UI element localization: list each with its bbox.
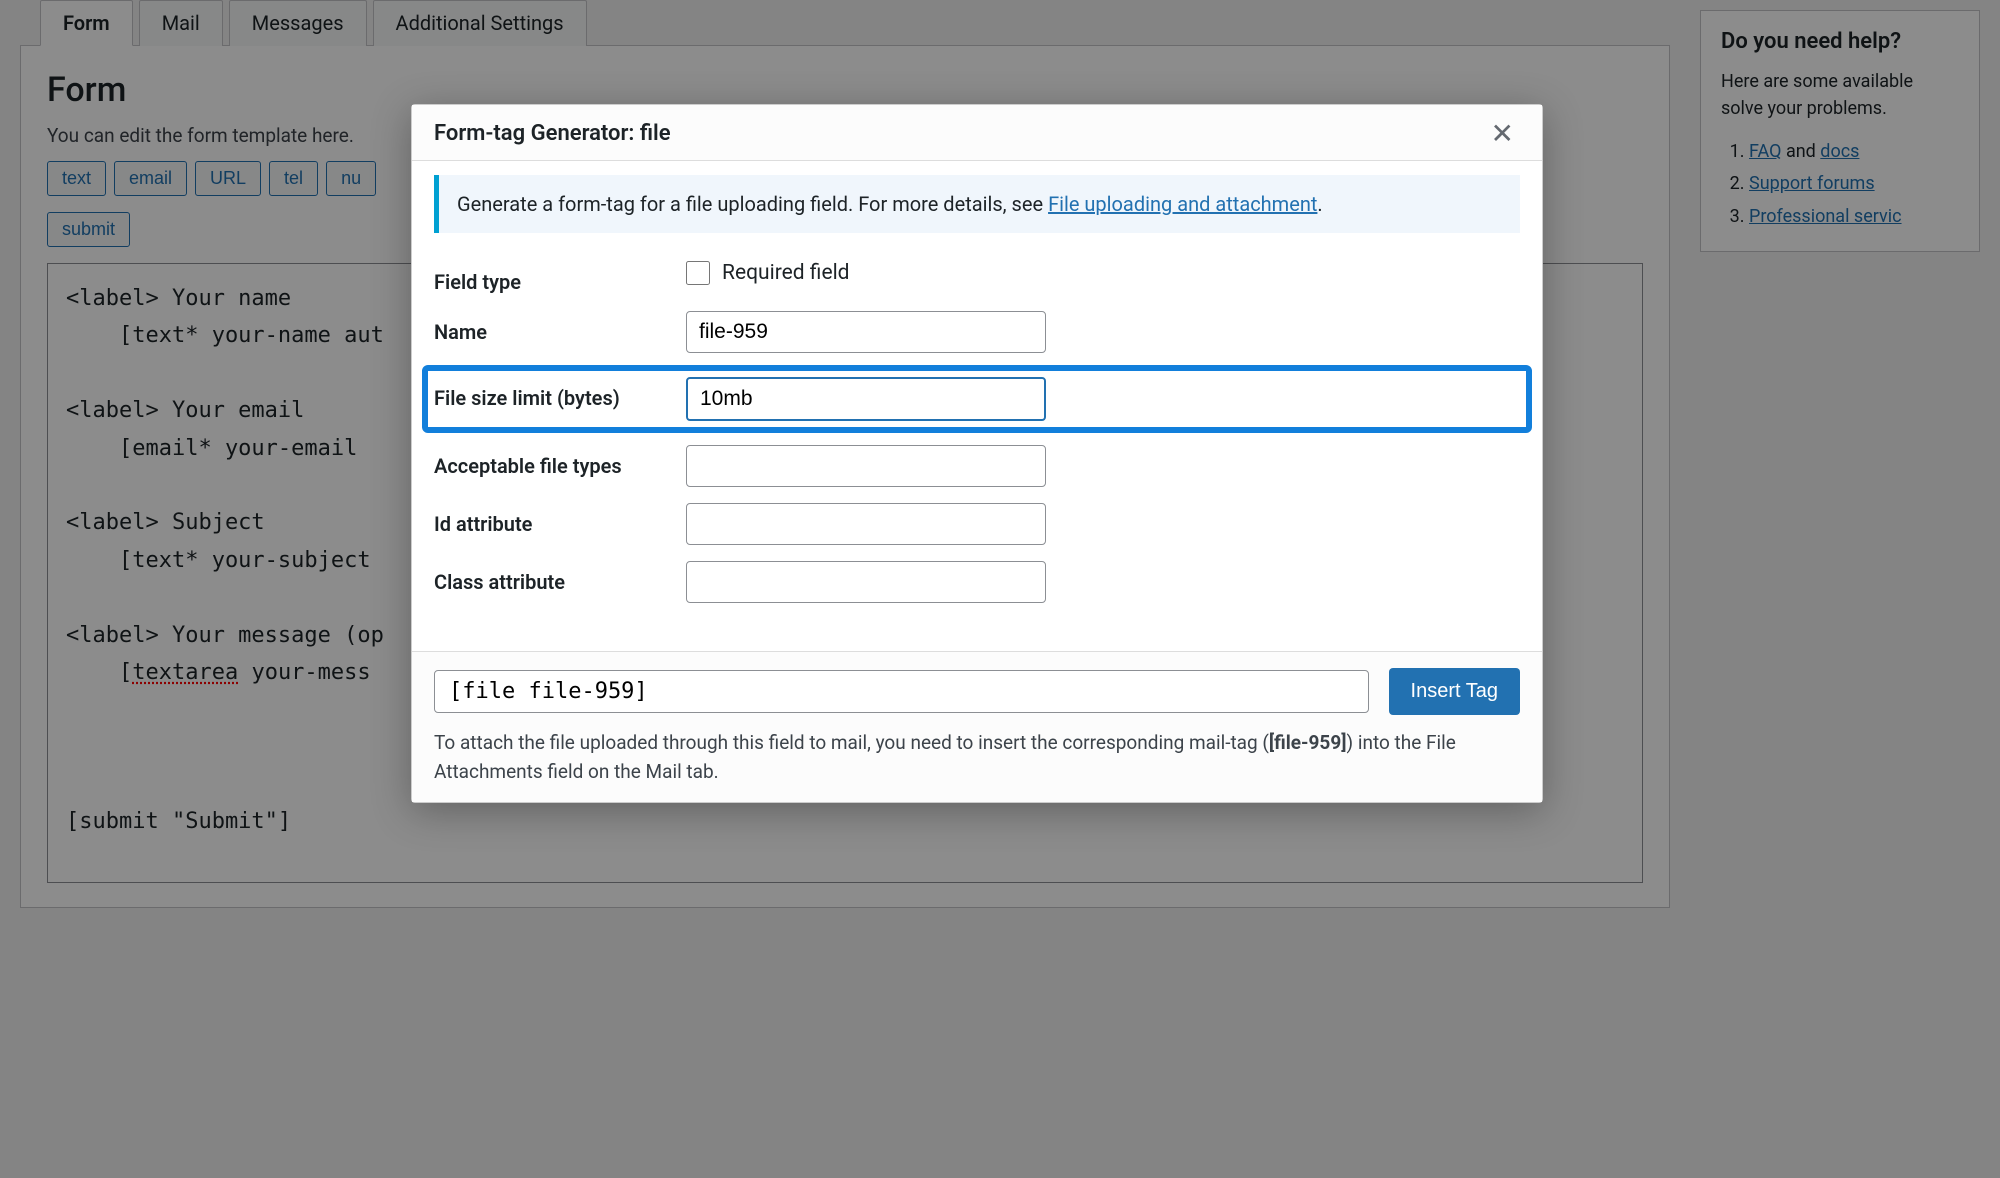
info-box: Generate a form-tag for a file uploading… (434, 175, 1520, 233)
size-label: File size limit (bytes) (434, 377, 666, 411)
close-icon[interactable]: ✕ (1485, 117, 1520, 150)
name-input[interactable] (686, 311, 1046, 353)
required-checkbox[interactable] (686, 261, 710, 285)
id-attribute-input[interactable] (686, 503, 1046, 545)
types-label: Acceptable file types (434, 445, 666, 479)
form-tag-generator-modal: Form-tag Generator: file ✕ Generate a fo… (411, 104, 1543, 803)
id-label: Id attribute (434, 503, 666, 537)
required-label: Required field (722, 261, 850, 285)
class-label: Class attribute (434, 561, 666, 595)
modal-title: Form-tag Generator: file (434, 121, 671, 146)
field-type-label: Field type (434, 261, 666, 295)
generated-tag-output[interactable] (434, 670, 1369, 713)
name-label: Name (434, 311, 666, 345)
class-attribute-input[interactable] (686, 561, 1046, 603)
mail-tag-note: To attach the file uploaded through this… (434, 729, 1520, 786)
acceptable-file-types-input[interactable] (686, 445, 1046, 487)
insert-tag-button[interactable]: Insert Tag (1389, 668, 1520, 715)
file-uploading-doc-link[interactable]: File uploading and attachment (1048, 192, 1317, 216)
file-size-limit-input[interactable] (686, 377, 1046, 421)
required-field-wrap[interactable]: Required field (686, 261, 1520, 285)
file-size-limit-highlight: File size limit (bytes) (422, 365, 1532, 433)
